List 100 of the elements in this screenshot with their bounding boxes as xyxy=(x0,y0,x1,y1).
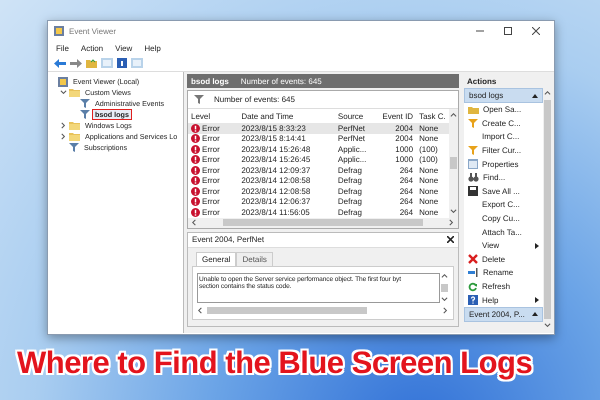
headline: Where to Find the Blue Screen Logs xyxy=(17,345,532,380)
menu-item[interactable]: Help xyxy=(144,44,161,52)
task-link[interactable]: Refresh xyxy=(464,280,543,294)
level-text: Error xyxy=(202,166,220,175)
error-icon xyxy=(191,208,200,217)
scrollbar[interactable] xyxy=(197,306,449,314)
task-link[interactable]: Import C... xyxy=(464,130,543,144)
table-cell-text: 2023/8/14 15:26:45 xyxy=(240,154,312,165)
forward-arrow-icon[interactable] xyxy=(70,58,82,68)
level-text: Error xyxy=(202,134,220,144)
properties-icon xyxy=(468,159,478,170)
table-cell-text: (100) xyxy=(418,154,439,165)
rename-icon xyxy=(468,268,479,278)
task-link[interactable]: Find... xyxy=(464,170,543,185)
table-row[interactable]: Error 2023/8/14 11:56:05 Defrag 264 None xyxy=(188,207,449,218)
window-title: Event Viewer xyxy=(69,26,117,36)
task-link[interactable]: Help xyxy=(464,293,543,307)
event-count: Number of events: 645 xyxy=(214,95,295,104)
chevron-down-icon[interactable] xyxy=(450,208,457,214)
table-cell: 2023/8/15 8:33:23 xyxy=(238,123,335,134)
level-text: Error xyxy=(202,155,220,164)
column-header[interactable]: Event ID xyxy=(379,109,416,123)
chevron-right-icon[interactable] xyxy=(60,122,67,129)
event-count: Number of events: 645 xyxy=(240,76,322,86)
error-icon xyxy=(191,124,200,133)
task-link[interactable]: Rename xyxy=(464,266,543,280)
chevron-down-icon[interactable] xyxy=(441,296,448,302)
menu-item[interactable]: View xyxy=(115,44,132,52)
chevron-right-icon[interactable] xyxy=(60,133,67,140)
table-row[interactable]: Error 2023/8/15 8:14:41 PerfNet 2004 None xyxy=(188,134,449,144)
error-icon xyxy=(191,176,200,186)
menu-item[interactable]: File xyxy=(56,44,69,52)
folder-up-icon[interactable] xyxy=(86,58,97,68)
table-row[interactable]: Error 2023/8/14 12:08:58 Defrag 264 None xyxy=(188,186,449,196)
funnel-icon xyxy=(69,143,79,152)
level-text: Error xyxy=(202,176,220,186)
task-link[interactable]: Filter Cur... xyxy=(464,144,543,158)
scrollbar[interactable] xyxy=(449,109,458,218)
folder-icon xyxy=(69,132,80,141)
table-row[interactable]: Error 2023/8/14 12:09:37 Defrag 264 None xyxy=(188,165,449,176)
scrollbar-thumb[interactable] xyxy=(441,284,448,292)
chevron-up-icon[interactable] xyxy=(544,90,551,97)
chevron-right-icon[interactable] xyxy=(442,306,449,314)
chevron-left-icon[interactable] xyxy=(191,219,198,226)
scrollbar-thumb[interactable] xyxy=(223,219,423,226)
table-row[interactable]: Error 2023/8/14 15:26:45 Applic... 1000 (100) xyxy=(188,154,449,165)
task-link[interactable]: Save All ... xyxy=(464,184,543,198)
column-header[interactable]: Level xyxy=(188,109,238,123)
column-header[interactable]: Date and Time xyxy=(238,109,335,123)
task-link[interactable]: Attach Ta... xyxy=(464,225,543,239)
level-text: Error xyxy=(202,186,220,196)
refresh-icon xyxy=(468,282,478,292)
table-row[interactable]: Error 2023/8/14 12:06:37 Defrag 264 None xyxy=(188,196,449,207)
task-link[interactable]: View xyxy=(464,238,543,253)
delete-icon[interactable] xyxy=(468,254,478,264)
table-cell-text: None xyxy=(418,165,440,176)
error-icon xyxy=(191,186,200,196)
binoculars-icon xyxy=(468,173,479,182)
section-title: bsod logs xyxy=(469,91,504,100)
scrollbar-thumb[interactable] xyxy=(544,100,551,319)
funnel-icon xyxy=(194,95,204,104)
scrollbar-thumb[interactable] xyxy=(207,306,367,314)
task-link[interactable]: Delete xyxy=(464,252,543,266)
task-link[interactable]: Copy Cu... xyxy=(464,212,543,226)
scrollbar[interactable] xyxy=(440,272,449,302)
task-link[interactable]: Export C... xyxy=(464,198,543,212)
table-row[interactable]: Error 2023/8/14 12:08:58 Defrag 264 None xyxy=(188,176,449,186)
section-header[interactable]: Event 2004, P... xyxy=(464,306,543,322)
chevron-down-icon[interactable] xyxy=(60,89,67,96)
tab[interactable]: Details xyxy=(236,252,273,266)
table-cell-text: 2023/8/14 12:08:58 xyxy=(240,186,312,196)
scrollbar[interactable] xyxy=(188,218,458,228)
task-link[interactable]: Properties xyxy=(464,157,543,171)
collapse-caret-icon[interactable] xyxy=(532,312,538,316)
close-icon[interactable] xyxy=(532,27,540,35)
collapse-caret-icon[interactable] xyxy=(532,94,538,98)
tab[interactable]: General xyxy=(196,252,236,266)
table-row[interactable]: Error 2023/8/14 15:26:48 Applic... 1000 (100) xyxy=(188,144,449,154)
close-icon[interactable] xyxy=(447,236,454,243)
menu-item[interactable]: Action xyxy=(80,44,104,52)
table-cell-text: Defrag xyxy=(336,196,363,207)
error-icon xyxy=(191,166,200,175)
maximize-icon[interactable] xyxy=(504,27,512,35)
chevron-up-icon[interactable] xyxy=(441,272,448,280)
back-arrow-icon[interactable] xyxy=(54,58,66,68)
column-header[interactable]: Source xyxy=(334,109,380,123)
section-header[interactable]: bsod logs xyxy=(464,88,543,103)
column-header[interactable]: Task C. xyxy=(416,109,449,123)
table-cell-text: Applic... xyxy=(336,144,368,154)
table-cell-text: 264 xyxy=(398,186,414,196)
chevron-right-icon[interactable] xyxy=(448,219,455,226)
chevron-down-icon[interactable] xyxy=(544,322,551,329)
table-row[interactable]: Error 2023/8/15 8:33:23 PerfNet 2004 None xyxy=(188,123,449,134)
scrollbar-thumb[interactable] xyxy=(450,157,457,170)
folder-icon xyxy=(69,88,80,97)
folder-icon xyxy=(69,121,80,130)
chevron-left-icon[interactable] xyxy=(197,306,204,314)
task-link[interactable]: Create C... xyxy=(464,116,543,130)
task-link[interactable]: Open Sa... xyxy=(464,103,543,117)
chevron-up-icon[interactable] xyxy=(450,112,457,119)
